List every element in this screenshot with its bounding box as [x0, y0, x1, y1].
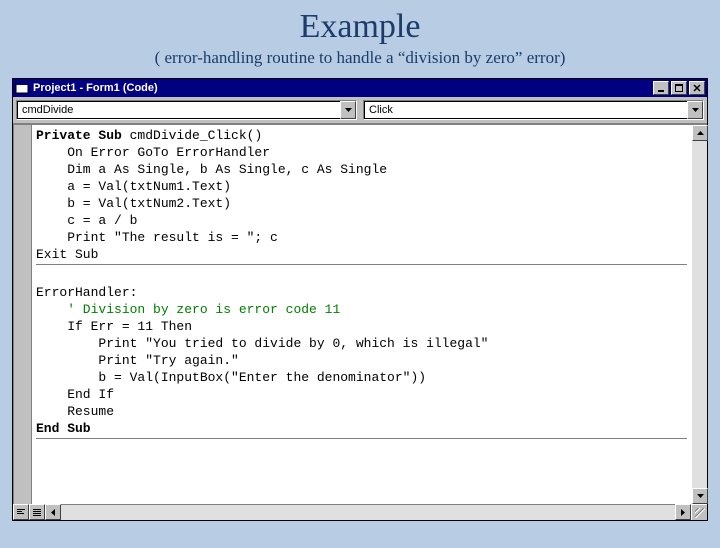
bottom-bar — [13, 504, 707, 520]
object-dropdown-value: cmdDivide — [17, 101, 340, 119]
procedure-separator — [36, 438, 687, 439]
code-span: Resume — [36, 404, 114, 419]
chevron-down-icon[interactable] — [340, 101, 356, 119]
scroll-track[interactable] — [692, 141, 707, 488]
margin-indicator-bar — [14, 125, 32, 504]
window-title: Project1 - Form1 (Code) — [33, 82, 653, 94]
vertical-scrollbar[interactable] — [691, 125, 707, 504]
code-span: Exit Sub — [36, 247, 98, 262]
chevron-down-icon[interactable] — [687, 101, 703, 119]
code-span: a = Val(txtNum1.Text) — [36, 179, 231, 194]
code-span: On Error GoTo ErrorHandler — [36, 145, 270, 160]
procedure-view-button[interactable] — [13, 504, 29, 520]
code-span: Print "Try again." — [36, 353, 239, 368]
scroll-down-button[interactable] — [692, 488, 708, 504]
code-keyword: Private Sub — [36, 128, 122, 143]
code-span: Dim a As Single, b As Single, c As Singl… — [36, 162, 387, 177]
slide-subtitle: ( error-handling routine to handle a “di… — [0, 48, 720, 68]
code-span: If Err = 11 Then — [36, 319, 192, 334]
code-keyword: End Sub — [36, 421, 91, 436]
code-span: cmdDivide_Click() — [122, 128, 262, 143]
code-comment: ' Division by zero is error code 11 — [36, 302, 340, 317]
scroll-left-button[interactable] — [45, 504, 61, 520]
app-icon — [15, 81, 29, 95]
full-module-view-button[interactable] — [29, 504, 45, 520]
horizontal-scrollbar[interactable] — [61, 504, 675, 520]
procedure-dropdown[interactable]: Click — [363, 100, 704, 120]
code-span: Print "The result is = "; c — [36, 230, 278, 245]
scroll-right-button[interactable] — [675, 504, 691, 520]
titlebar: Project1 - Form1 (Code) — [13, 79, 707, 97]
procedure-dropdown-value: Click — [364, 101, 687, 119]
code-span: b = Val(InputBox("Enter the denominator"… — [36, 370, 426, 385]
close-button[interactable] — [689, 81, 705, 95]
procedure-separator — [36, 264, 687, 265]
object-dropdown[interactable]: cmdDivide — [16, 100, 357, 120]
ide-code-window: Project1 - Form1 (Code) cmdDivide Click — [12, 78, 708, 521]
scroll-up-button[interactable] — [692, 125, 708, 141]
maximize-button[interactable] — [671, 81, 687, 95]
object-procedure-selectors: cmdDivide Click — [13, 97, 707, 124]
code-span: ErrorHandler: — [36, 285, 137, 300]
code-span: b = Val(txtNum2.Text) — [36, 196, 231, 211]
code-span: Print "You tried to divide by 0, which i… — [36, 336, 488, 351]
code-span: c = a / b — [36, 213, 137, 228]
code-span: End If — [36, 387, 114, 402]
code-text[interactable]: Private Sub cmdDivide_Click() On Error G… — [32, 125, 691, 504]
slide-title: Example — [0, 8, 720, 46]
resize-grip[interactable] — [691, 504, 707, 520]
code-editor[interactable]: Private Sub cmdDivide_Click() On Error G… — [13, 124, 707, 504]
minimize-button[interactable] — [653, 81, 669, 95]
